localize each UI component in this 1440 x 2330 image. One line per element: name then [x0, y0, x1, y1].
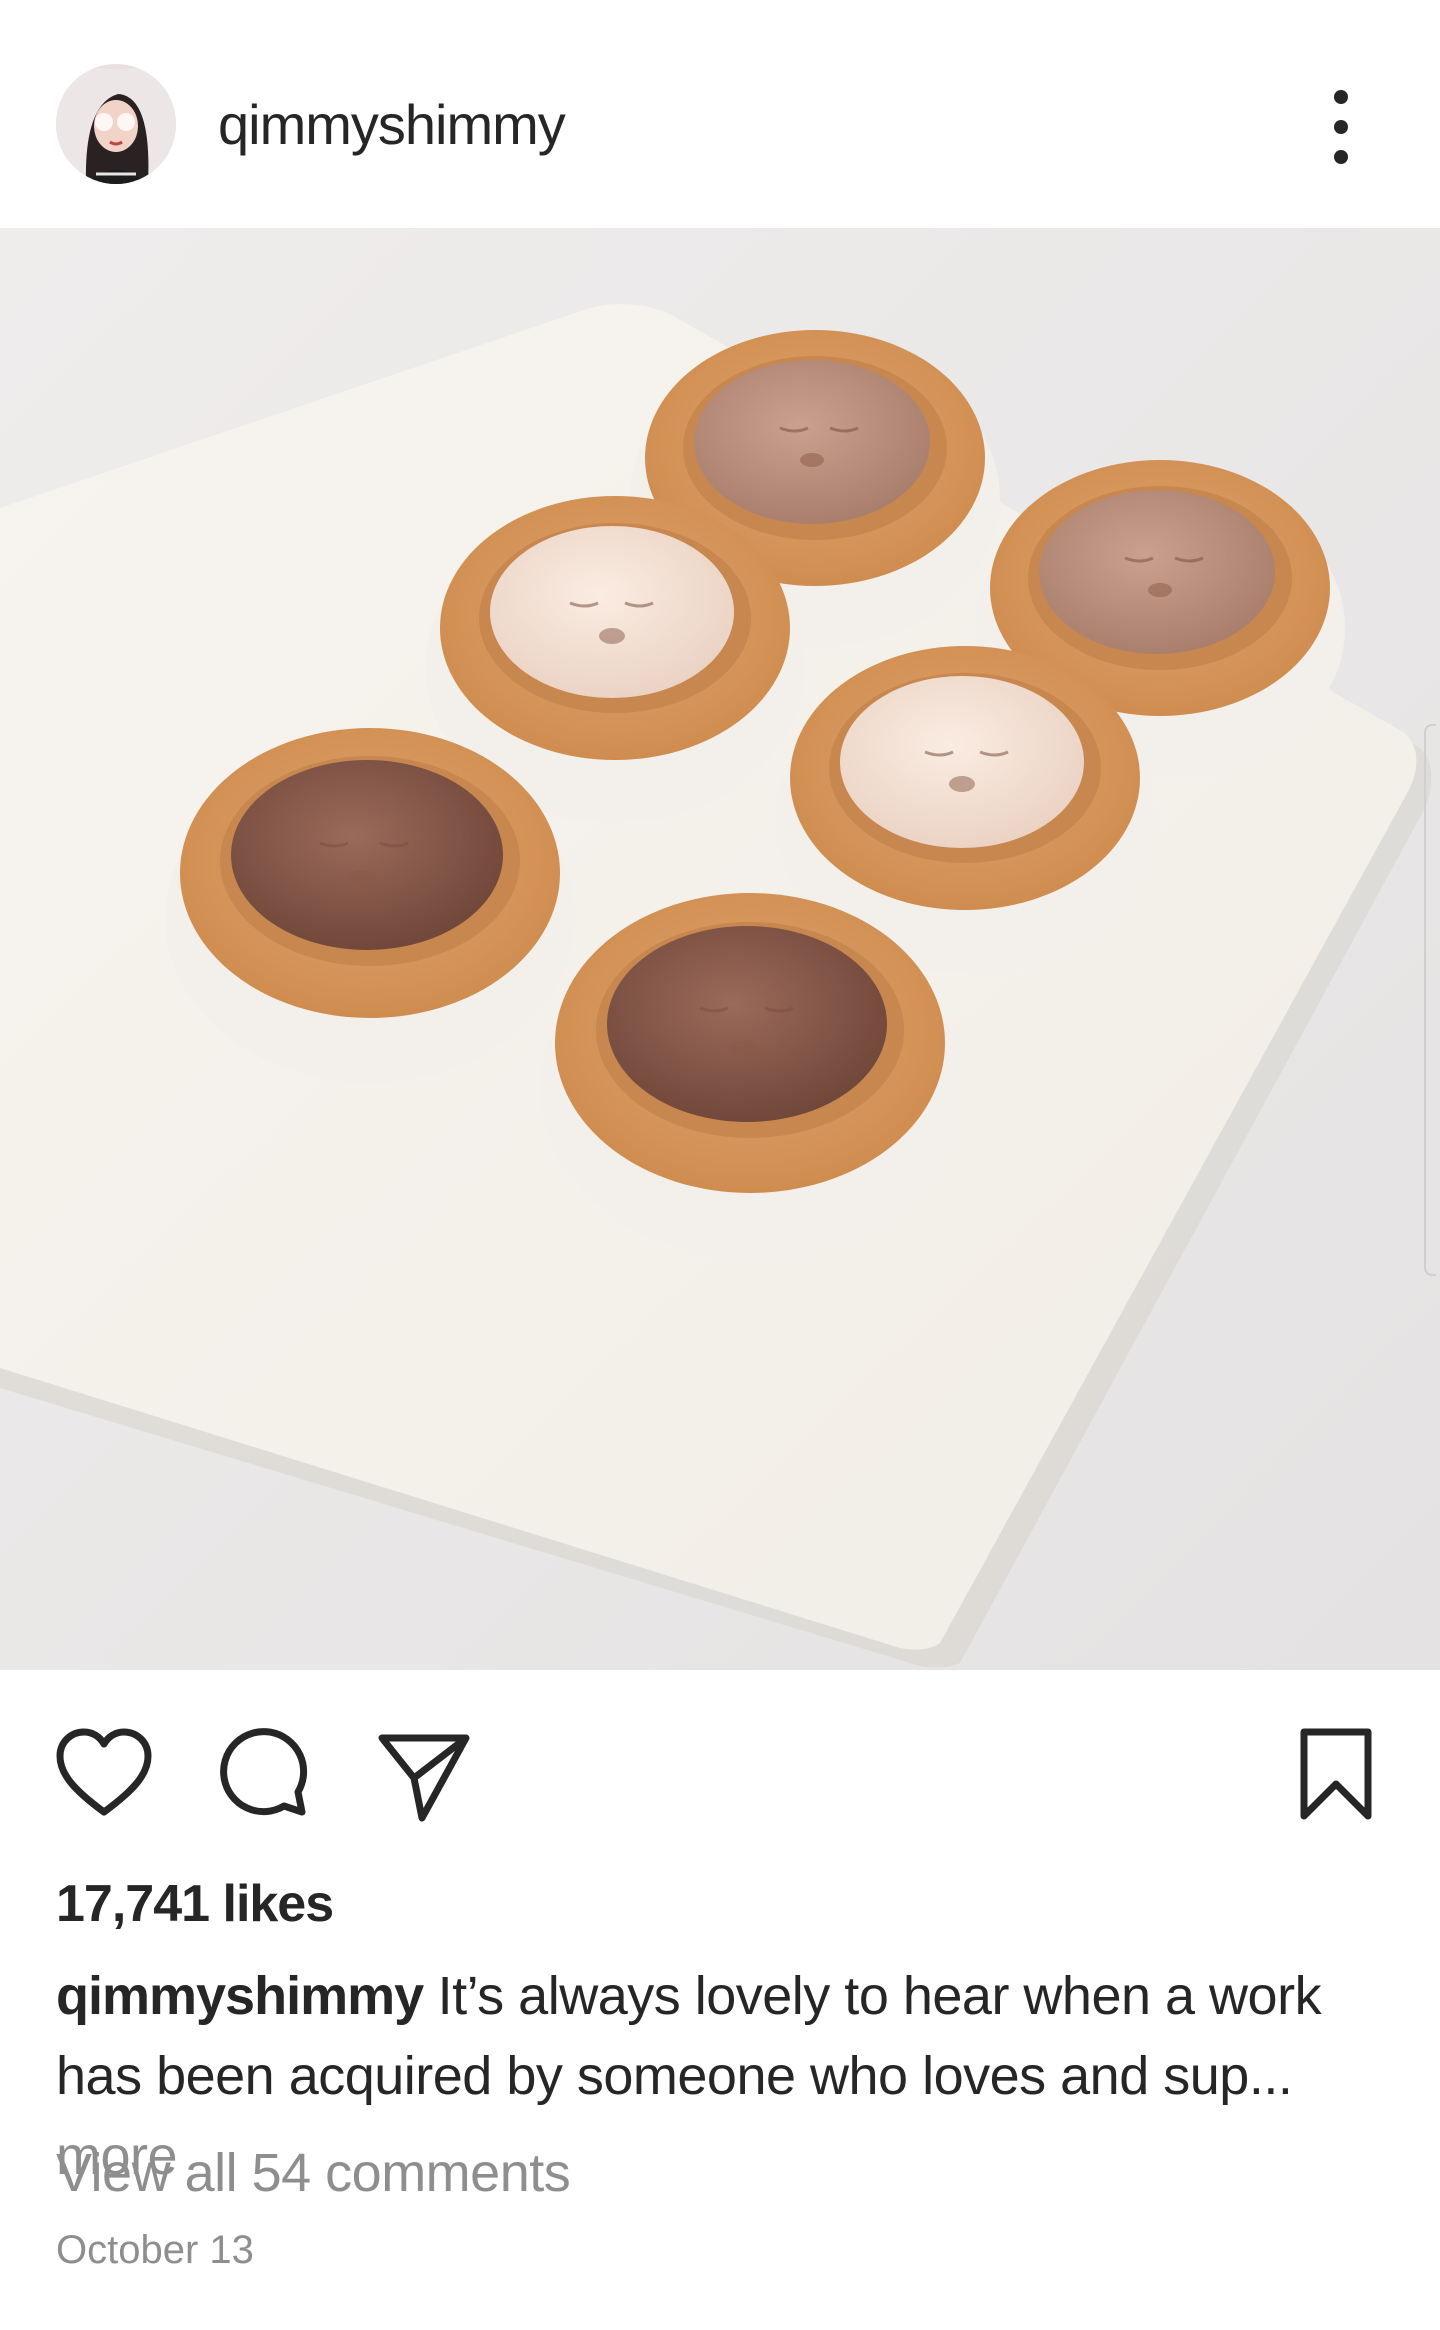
- avatar-image: [56, 64, 176, 184]
- view-all-comments-link[interactable]: View all 54 comments: [56, 2142, 571, 2204]
- comment-bubble-icon[interactable]: [212, 1726, 312, 1826]
- likes-count[interactable]: 17,741 likes: [56, 1874, 334, 1934]
- post-header: qimmyshimmy: [0, 0, 1440, 228]
- tarts-photo-image: [0, 228, 1440, 1670]
- post-username[interactable]: qimmyshimmy: [218, 92, 566, 157]
- post-actions-bar: [0, 1690, 1440, 1830]
- bookmark-icon[interactable]: [1286, 1726, 1386, 1826]
- post-date: October 13: [56, 2228, 254, 2272]
- heart-icon[interactable]: [54, 1726, 154, 1826]
- send-paper-plane-icon[interactable]: [374, 1726, 474, 1826]
- side-scroll-handle[interactable]: [1424, 724, 1436, 1276]
- caption-username[interactable]: qimmyshimmy: [56, 1966, 424, 2026]
- post-photo[interactable]: [0, 228, 1440, 1670]
- tart-front-center: [540, 893, 960, 1258]
- user-avatar[interactable]: [56, 64, 176, 184]
- tart-front-left: [165, 728, 575, 1083]
- more-options-icon[interactable]: [1310, 88, 1370, 168]
